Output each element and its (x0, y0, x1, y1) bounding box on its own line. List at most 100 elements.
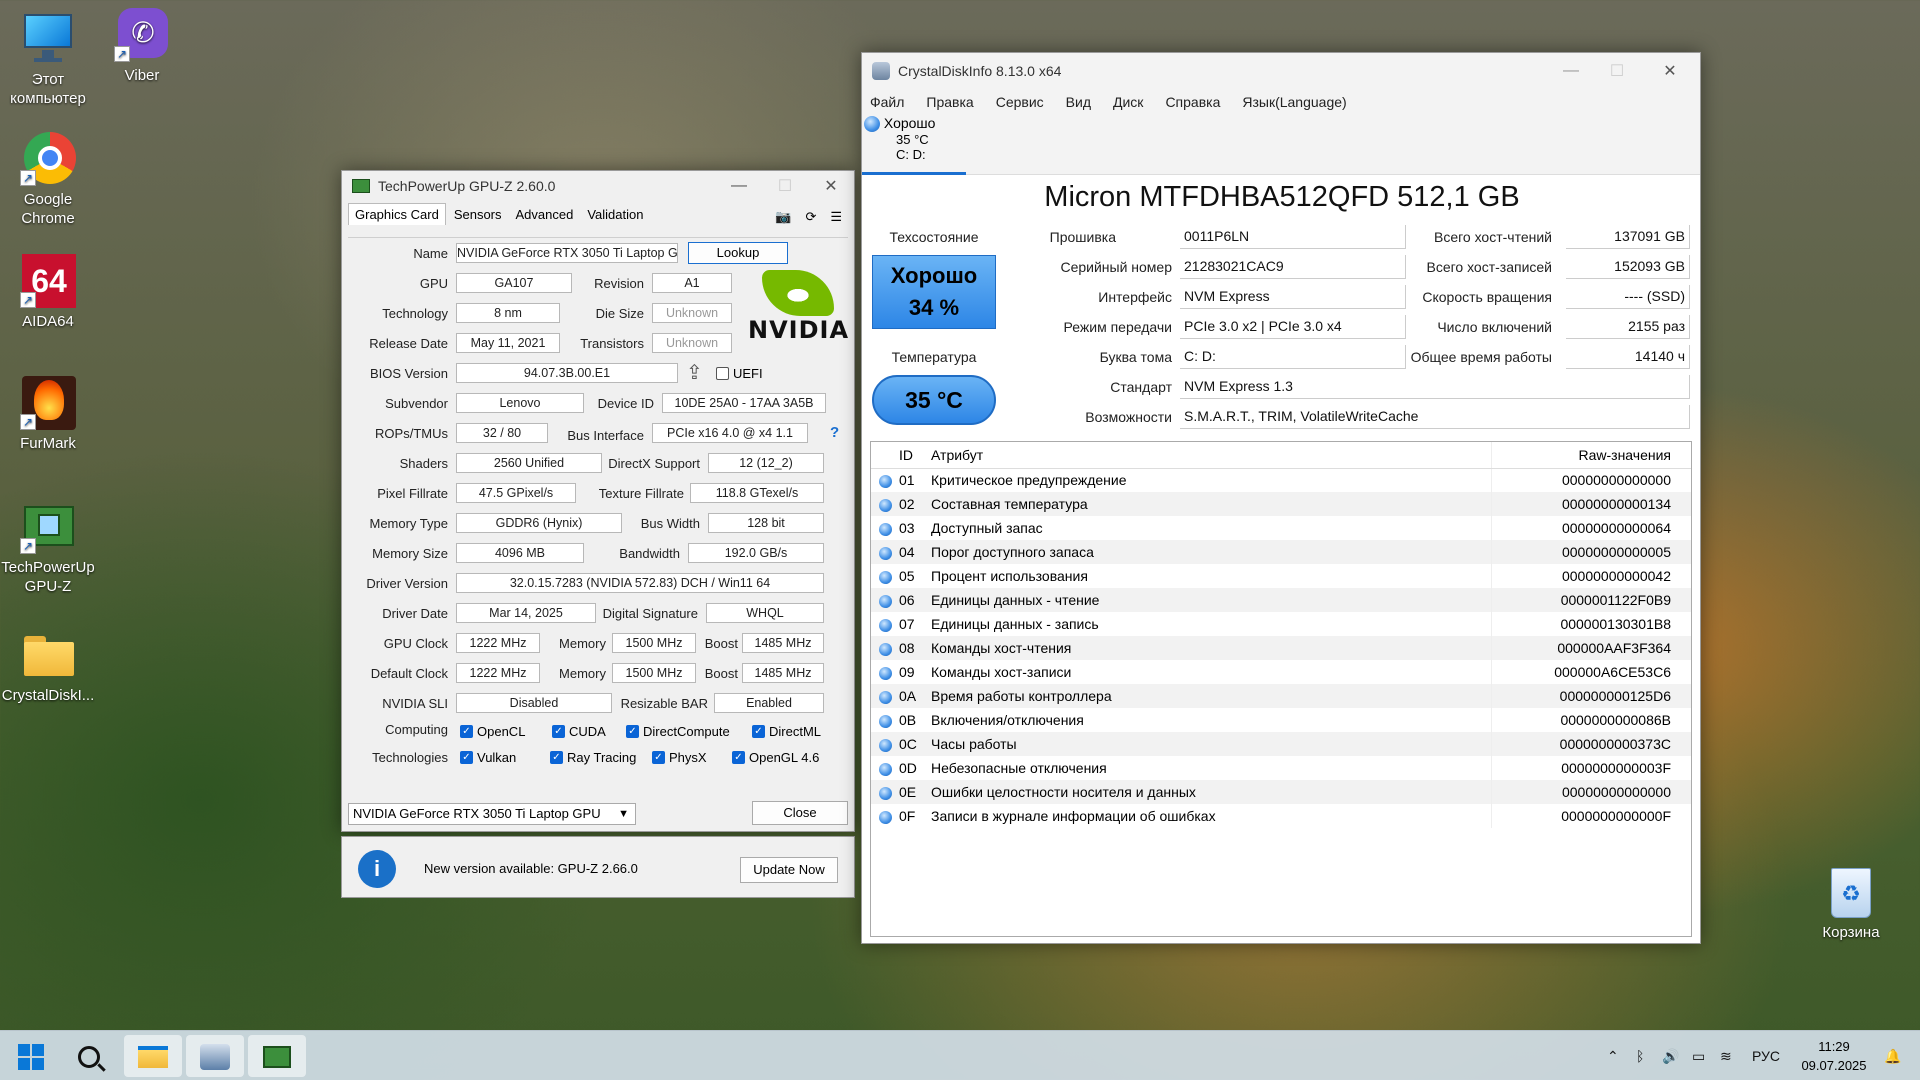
transfer-mode-label: Режим передачи (1063, 319, 1172, 335)
battery-icon[interactable]: ▭ (1692, 1031, 1705, 1080)
label-memory-type: Memory Type (369, 516, 448, 531)
smart-row[interactable]: 0A Время работы контроллера 000000000125D6 (871, 684, 1691, 708)
desktop-icon-furmark[interactable]: ↗ FurMark (0, 374, 96, 453)
smart-row[interactable]: 02 Составная температура 00000000000134 (871, 492, 1691, 516)
gpuz-titlebar[interactable]: TechPowerUp GPU-Z 2.60.0 — ☐ ✕ (342, 171, 854, 201)
start-button[interactable] (2, 1035, 60, 1077)
menu-file[interactable]: Файл (870, 94, 904, 110)
cdi-titlebar[interactable]: CrystalDiskInfo 8.13.0 x64 — ☐ ✕ (862, 53, 1700, 89)
update-now-button[interactable]: Update Now (740, 857, 838, 883)
desktop-icon-viber[interactable]: ✆ ↗ Viber (94, 6, 190, 85)
gpuz-taskbar-button[interactable] (248, 1035, 306, 1077)
search-button[interactable] (60, 1035, 118, 1077)
notification-bell-icon[interactable]: 🔔 (1884, 1031, 1901, 1080)
smart-row[interactable]: 06 Единицы данных - чтение 0000001122F0B9 (871, 588, 1691, 612)
smart-row[interactable]: 0D Небезопасные отключения 0000000000003F (871, 756, 1691, 780)
checkbox-physx[interactable]: ✓ PhysX (652, 750, 707, 765)
crystaldiskinfo-window[interactable]: CrystalDiskInfo 8.13.0 x64 — ☐ ✕ Файл Пр… (861, 52, 1701, 944)
label-digital-signature: Digital Signature (602, 606, 698, 621)
menu-help[interactable]: Справка (1165, 94, 1220, 110)
desktop-icon-label: AIDA64 (22, 313, 74, 330)
input-language[interactable]: РУС (1752, 1031, 1780, 1080)
smart-header-id[interactable]: ID (899, 442, 931, 469)
tab-sensors[interactable]: Sensors (448, 204, 508, 225)
help-icon[interactable]: ? (830, 424, 839, 441)
gpuz-window[interactable]: TechPowerUp GPU-Z 2.60.0 — ☐ ✕ Graphics … (341, 170, 855, 832)
smart-header-raw[interactable]: Raw-значения (1490, 442, 1691, 469)
smart-row[interactable]: 04 Порог доступного запаса 00000000000005 (871, 540, 1691, 564)
file-explorer-button[interactable] (124, 1035, 182, 1077)
smart-row[interactable]: 0E Ошибки целостности носителя и данных 00… (871, 780, 1691, 804)
smart-row[interactable]: 08 Команды хост-чтения 000000AAF3F364 (871, 636, 1691, 660)
desktop-icon-recycle-bin[interactable]: ♻ Корзина (1803, 868, 1899, 941)
close-window-button[interactable]: ✕ (1640, 61, 1700, 81)
smart-id: 03 (899, 520, 915, 536)
gpu-select-dropdown[interactable]: NVIDIA GeForce RTX 3050 Ti Laptop GPU ▼ (348, 803, 636, 825)
smart-header-attribute[interactable]: Атрибут (931, 442, 1492, 469)
menu-service[interactable]: Сервис (996, 94, 1044, 110)
smart-table[interactable]: ID Атрибут Raw-значения 01 Критическое пр… (870, 441, 1692, 937)
smart-row[interactable]: 05 Процент использования 00000000000042 (871, 564, 1691, 588)
smart-row[interactable]: 09 Команды хост-записи 000000A6CE53C6 (871, 660, 1691, 684)
chevron-up-icon[interactable]: ⌃ (1607, 1031, 1619, 1080)
standard-label: Стандарт (1110, 379, 1172, 395)
minimize-button[interactable]: — (1548, 62, 1594, 80)
desktop-icon-aida64[interactable]: 64 ↗ AIDA64 (0, 252, 96, 331)
desktop-icon-this-pc[interactable]: Этот компьютер (0, 10, 96, 108)
disk-tab[interactable]: Хорошо 35 °C C: D: (862, 115, 966, 175)
maximize-button[interactable]: ☐ (1594, 61, 1640, 81)
menu-disk[interactable]: Диск (1113, 94, 1143, 110)
crystaldiskinfo-taskbar-button[interactable] (186, 1035, 244, 1077)
desktop-icon-chrome[interactable]: ↗ Google Chrome (0, 130, 96, 228)
smart-raw-value: 0000000000086B (1490, 708, 1691, 732)
wifi-icon[interactable]: ≋ (1720, 1031, 1732, 1080)
share-icon[interactable]: ⇪ (686, 360, 703, 385)
menu-edit[interactable]: Правка (926, 94, 973, 110)
lookup-button[interactable]: Lookup (688, 242, 788, 264)
minimize-button[interactable]: — (716, 177, 762, 195)
menu-language[interactable]: Язык(Language) (1242, 94, 1346, 110)
checkbox-directml[interactable]: ✓ DirectML (752, 724, 821, 739)
desktop-icon-label: Google Chrome (21, 191, 75, 227)
smart-row[interactable]: 0C Часы работы 0000000000373C (871, 732, 1691, 756)
close-window-button[interactable]: ✕ (808, 176, 854, 196)
value-directx: 12 (12_2) (708, 453, 824, 473)
checkbox-opencl[interactable]: ✓ OpenCL (460, 724, 525, 739)
smart-row[interactable]: 07 Единицы данных - запись 000000130301B8 (871, 612, 1691, 636)
firmware-label: Прошивка (1049, 229, 1116, 245)
smart-row[interactable]: 0F Записи в журнале информации об ошибках… (871, 804, 1691, 828)
checkbox-ray-tracing[interactable]: ✓ Ray Tracing (550, 750, 636, 765)
smart-row[interactable]: 0B Включения/отключения 0000000000086B (871, 708, 1691, 732)
tab-advanced[interactable]: Advanced (510, 204, 580, 225)
camera-icon[interactable]: 📷 (775, 209, 791, 225)
checkbox-opengl[interactable]: ✓ OpenGL 4.6 (732, 750, 819, 765)
clock[interactable]: 11:29 09.07.2025 (1796, 1037, 1872, 1075)
label-device-id: Device ID (597, 396, 654, 411)
status-dot-icon (871, 540, 899, 564)
checkbox-directcompute[interactable]: ✓ DirectCompute (626, 724, 730, 739)
refresh-icon[interactable]: ⟳ (805, 209, 816, 225)
desktop-icon-crystaldiskinfo-folder[interactable]: CrystalDiskI... (0, 626, 96, 705)
status-dot-icon (871, 708, 899, 732)
value-bus-width: 128 bit (708, 513, 824, 533)
menu-icon[interactable]: ☰ (830, 209, 842, 225)
value-driver-date: Mar 14, 2025 (456, 603, 596, 623)
tab-graphics-card[interactable]: Graphics Card (348, 203, 446, 225)
close-button[interactable]: Close (752, 801, 848, 825)
disk-tab-letters: C: D: (896, 147, 926, 163)
disk-tab-temp: 35 °C (896, 132, 929, 148)
checkbox-cuda[interactable]: ✓ CUDA (552, 724, 606, 739)
value-technology: 8 nm (456, 303, 560, 323)
uefi-checkbox-box[interactable] (716, 367, 729, 380)
desktop-icon-gpuz[interactable]: ↗ TechPowerUp GPU-Z (0, 498, 96, 596)
maximize-button[interactable]: ☐ (762, 176, 808, 196)
menu-view[interactable]: Вид (1066, 94, 1091, 110)
value-texture-fillrate: 118.8 GTexel/s (690, 483, 824, 503)
tab-validation[interactable]: Validation (581, 204, 649, 225)
smart-row[interactable]: 03 Доступный запас 00000000000064 (871, 516, 1691, 540)
volume-icon[interactable]: 🔊 (1662, 1031, 1679, 1080)
smart-row[interactable]: 01 Критическое предупреждение 000000000000… (871, 468, 1691, 492)
uefi-checkbox[interactable]: UEFI (716, 366, 763, 381)
bluetooth-icon[interactable]: ᛒ (1636, 1031, 1644, 1080)
checkbox-vulkan[interactable]: ✓ Vulkan (460, 750, 516, 765)
